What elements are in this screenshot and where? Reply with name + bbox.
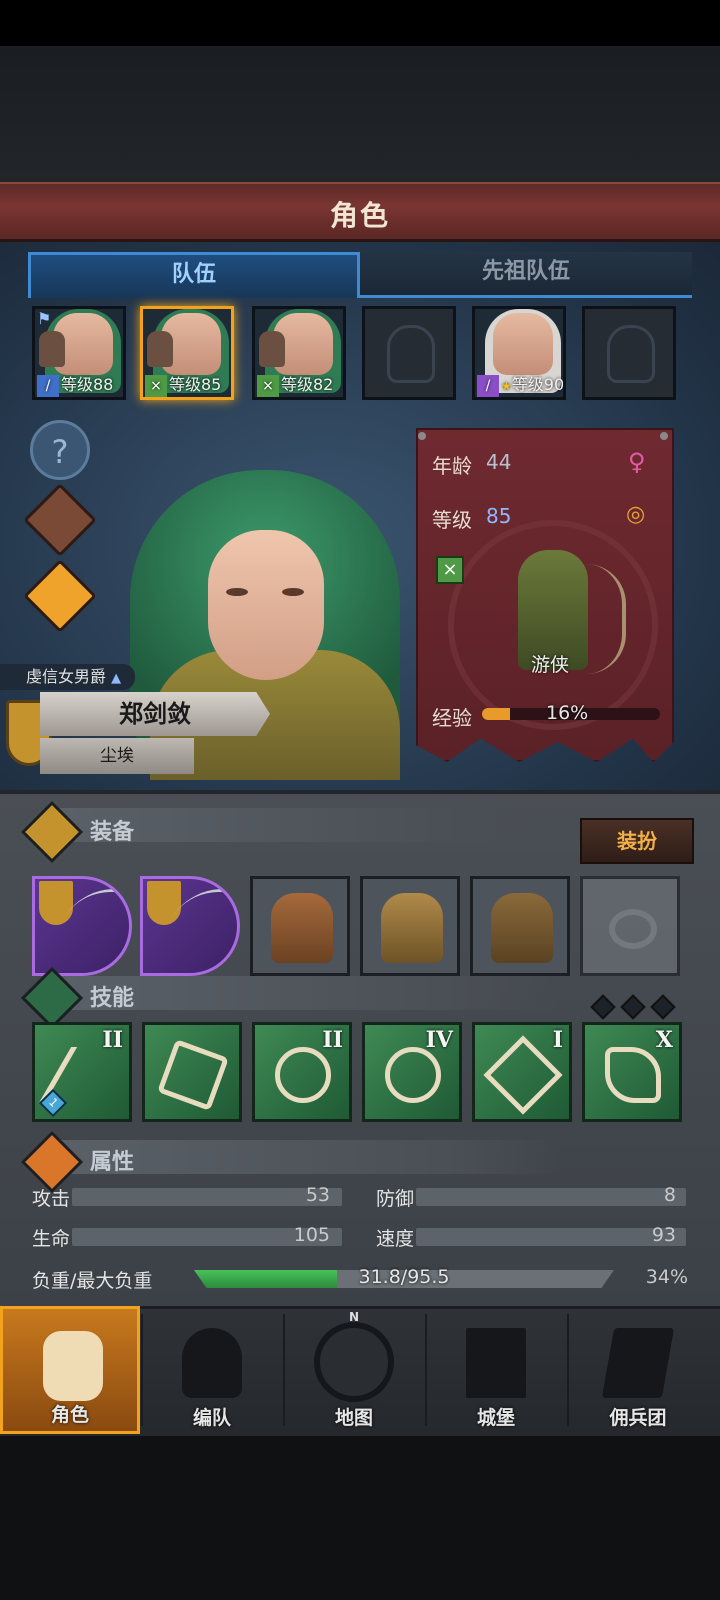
- equipment-title: 装备: [90, 820, 135, 845]
- attack-value: 53: [305, 1184, 330, 1206]
- ring-icon: ◎: [626, 502, 646, 527]
- empty-helmet-icon: [387, 325, 435, 383]
- knight-icon: [43, 1331, 103, 1401]
- pin-icon: [660, 432, 668, 440]
- portrait-face: [493, 313, 553, 375]
- noble-title: 虔信女男爵 ▲: [0, 664, 136, 690]
- party-slot-4-empty[interactable]: [362, 306, 456, 400]
- speed-value: 93: [651, 1224, 676, 1246]
- mercenary-figure-icon: [39, 331, 65, 367]
- xp-bar-fill: [482, 708, 511, 720]
- burst-icon: [483, 1035, 563, 1115]
- skills-title: 技能: [90, 986, 135, 1011]
- compass-north-letter: N: [349, 1310, 360, 1324]
- skill-slot-3[interactable]: II: [252, 1022, 352, 1122]
- nav-map[interactable]: 地图: [284, 1306, 424, 1434]
- help-icon[interactable]: ?: [30, 420, 90, 480]
- nav-castle[interactable]: 城堡: [426, 1306, 566, 1434]
- hp-value: 105: [293, 1224, 330, 1246]
- skill-slot-1[interactable]: II 1: [32, 1022, 132, 1122]
- title-banner: 角色: [0, 182, 720, 242]
- skill-slot-6[interactable]: X: [582, 1022, 682, 1122]
- defense-value: 8: [663, 1184, 676, 1206]
- nav-formation[interactable]: 编队: [142, 1306, 282, 1434]
- defense-label: 防御: [376, 1188, 415, 1210]
- slot-level: 等级88: [61, 375, 114, 394]
- flag-icon: ⚑: [37, 309, 52, 328]
- helmet-crest-icon: [182, 1328, 242, 1398]
- compass-map-icon: [314, 1322, 394, 1402]
- bow-icon: ×: [145, 374, 167, 397]
- pin-icon: [418, 432, 426, 440]
- star-icon: ★: [501, 379, 512, 393]
- mercenary-figure-icon: [147, 331, 173, 367]
- tab-ancestor-party[interactable]: 先祖队伍: [360, 252, 692, 298]
- bow-class-icon: ×: [436, 556, 464, 584]
- equip-slot-bow-2[interactable]: [140, 876, 240, 976]
- party-slot-2[interactable]: × 等级85: [140, 306, 234, 400]
- equip-slot-armor[interactable]: [360, 876, 460, 976]
- claw-icon: [605, 1047, 661, 1103]
- party-slot-5[interactable]: / ★等级90: [472, 306, 566, 400]
- speed-label: 速度: [376, 1228, 415, 1250]
- equip-slot-bow-1[interactable]: [32, 876, 132, 976]
- empty-helmet-icon: [607, 325, 655, 383]
- hp-label: 生命: [32, 1228, 71, 1250]
- top-backdrop: [0, 46, 720, 182]
- class-name: 游侠: [530, 654, 569, 676]
- xp-label: 经验: [432, 706, 472, 730]
- skill-slot-2[interactable]: [142, 1022, 242, 1122]
- load-percent: 34%: [645, 1266, 688, 1288]
- equip-slot-ring-empty[interactable]: [580, 876, 680, 976]
- age-value: 44: [486, 450, 512, 474]
- banner-icon: [601, 1328, 675, 1398]
- helmet-icon: [271, 893, 333, 963]
- nav-mercenaries[interactable]: 佣兵团: [568, 1306, 708, 1434]
- ring-icon: [609, 909, 657, 949]
- female-icon: ♀: [628, 448, 646, 476]
- status-bar: [0, 0, 720, 46]
- staff-icon: /: [477, 374, 499, 397]
- target-burst-icon: [275, 1047, 331, 1103]
- armor-icon: [381, 893, 443, 963]
- attributes-title: 属性: [90, 1150, 135, 1175]
- skill-slot-5[interactable]: I: [472, 1022, 572, 1122]
- character-name[interactable]: 郑剑敛: [40, 692, 270, 736]
- character-origin: 尘埃: [40, 738, 194, 774]
- slot-level: 等级82: [281, 375, 334, 394]
- equip-slot-helmet[interactable]: [250, 876, 350, 976]
- system-nav-area: [0, 1436, 720, 1600]
- xp-percent: 16%: [546, 702, 589, 724]
- dress-up-button[interactable]: 装扮: [580, 818, 694, 864]
- level-value: 85: [486, 504, 512, 528]
- page-title: 角色: [329, 199, 390, 232]
- mercenary-figure-icon: [259, 331, 285, 367]
- sword-icon: /: [37, 374, 59, 397]
- nav-character[interactable]: 角色: [0, 1306, 140, 1434]
- slot-level: 等级85: [169, 375, 222, 394]
- crosshair-icon: [385, 1047, 441, 1103]
- party-slot-3[interactable]: × 等级82: [252, 306, 346, 400]
- skill-slot-4[interactable]: IV: [362, 1022, 462, 1122]
- load-label: 负重/最大负重: [32, 1270, 153, 1292]
- equip-slot-boots[interactable]: [470, 876, 570, 976]
- bow-icon: ×: [257, 374, 279, 397]
- rank-up-icon: ▲: [111, 671, 122, 686]
- dash-icon: [157, 1039, 229, 1111]
- slot-level: 等级90: [511, 375, 565, 394]
- castle-icon: [466, 1328, 526, 1398]
- party-slot-1[interactable]: ⚑ / 等级88: [32, 306, 126, 400]
- load-value: 31.8/95.5: [358, 1266, 450, 1288]
- party-slot-6-empty[interactable]: [582, 306, 676, 400]
- age-label: 年龄: [432, 454, 472, 478]
- attack-label: 攻击: [32, 1188, 71, 1210]
- boots-icon: [491, 893, 553, 963]
- tab-party[interactable]: 队伍: [28, 252, 360, 298]
- level-label: 等级: [432, 508, 472, 532]
